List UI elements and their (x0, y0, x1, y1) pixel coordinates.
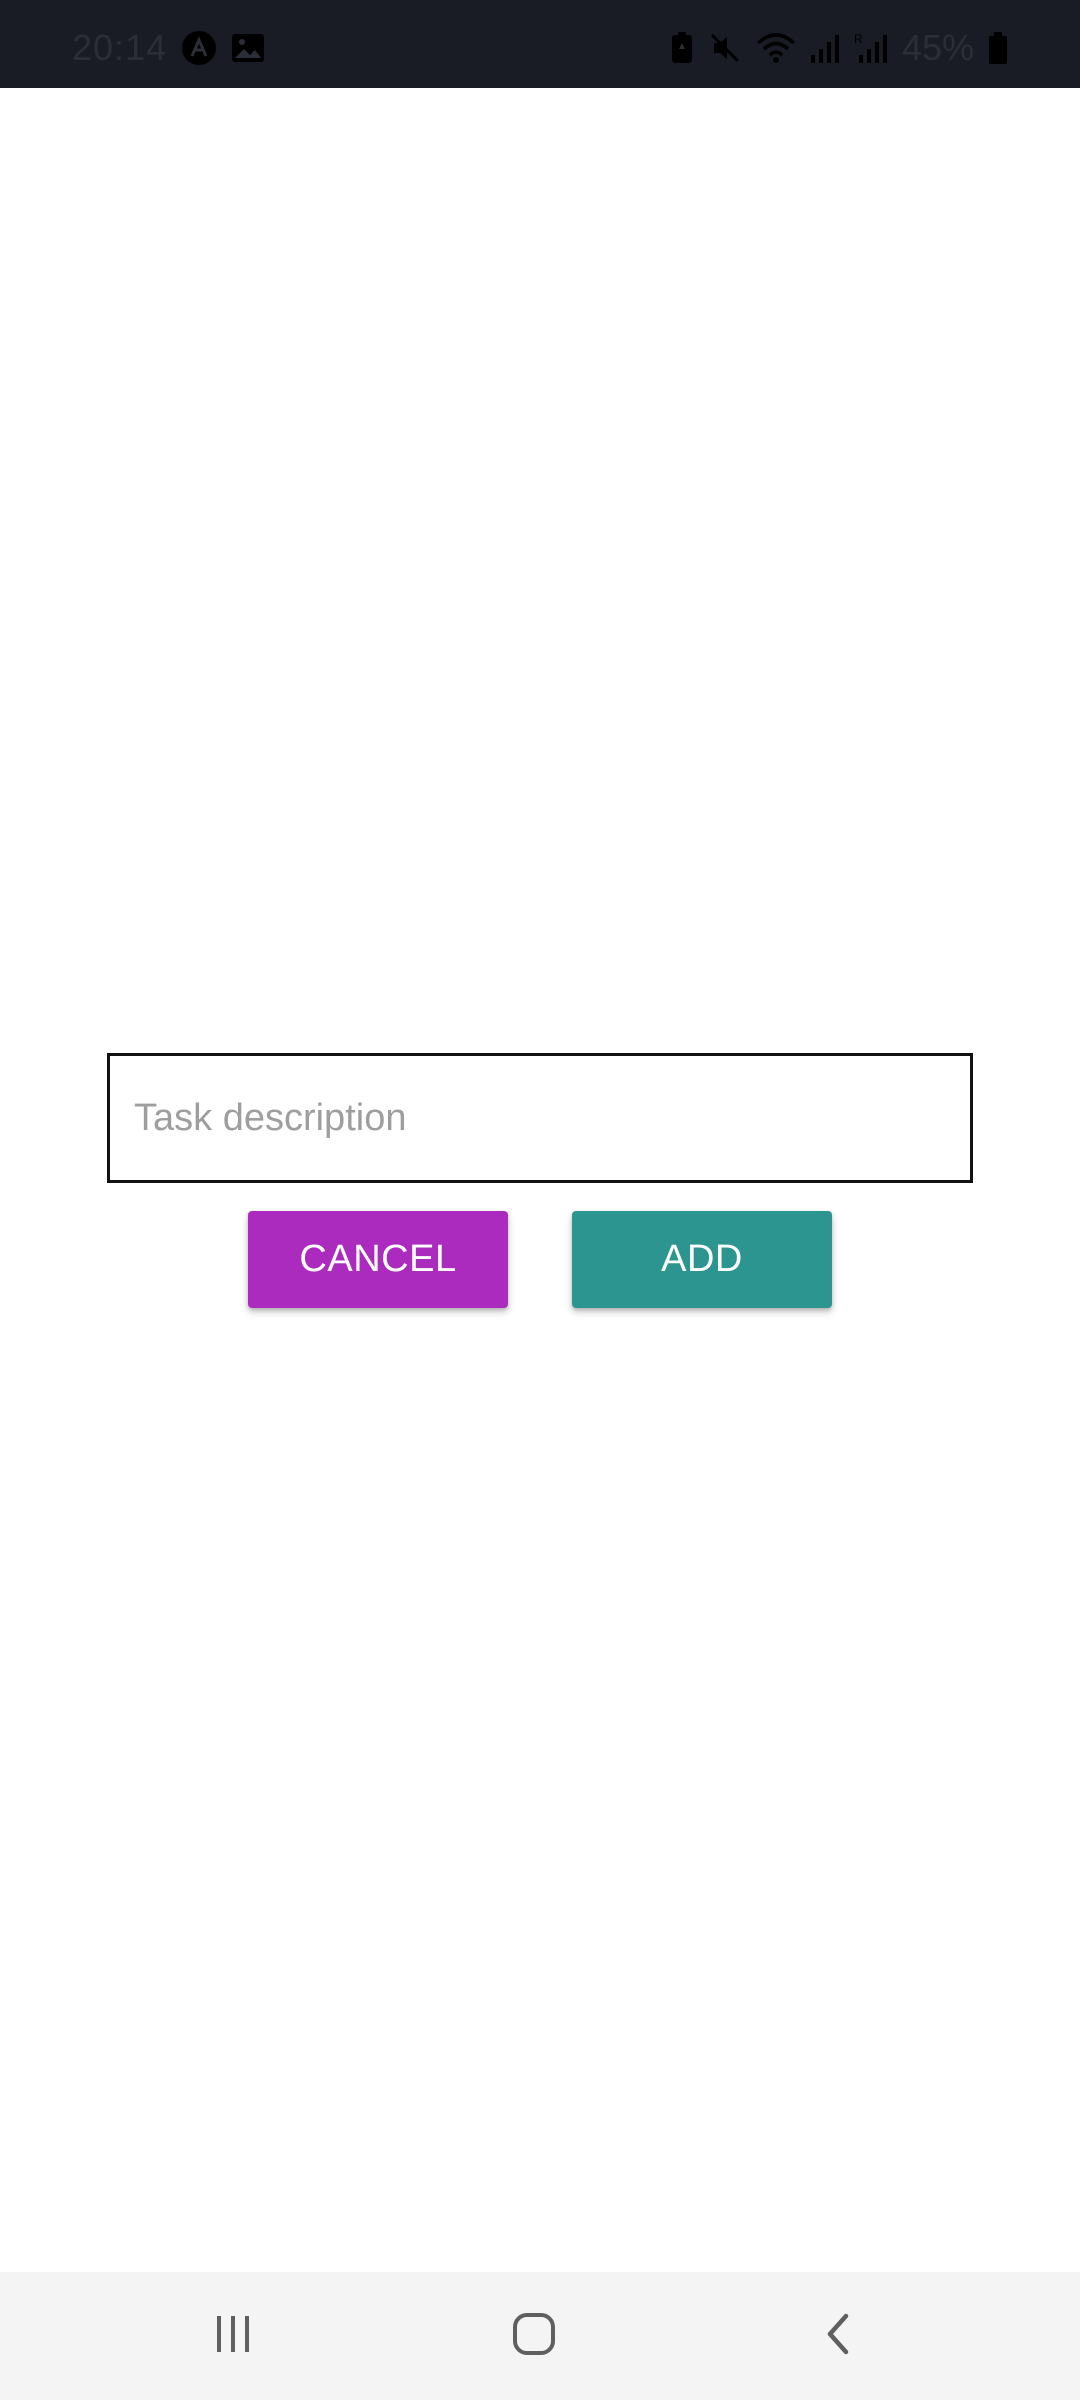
status-right: R 45% (670, 27, 1008, 68)
back-icon (818, 2310, 858, 2363)
add-button[interactable]: ADD (572, 1211, 832, 1308)
back-button[interactable] (778, 2296, 898, 2376)
status-time: 20:14 (72, 27, 168, 68)
task-description-input[interactable] (107, 1053, 973, 1183)
status-left: 20:14 (72, 27, 265, 68)
cancel-button[interactable]: CANCEL (248, 1211, 508, 1308)
battery-saver-icon (670, 31, 694, 65)
svg-text:R: R (854, 32, 863, 46)
app-notification-icon (181, 30, 217, 66)
screen: 20:14 R 45% Task description CANCEL ADD (0, 0, 1080, 2400)
signal-icon (810, 31, 840, 65)
navigation-bar (0, 2272, 1080, 2400)
image-notification-icon (231, 31, 265, 65)
home-icon (510, 2310, 558, 2363)
mute-icon (708, 31, 742, 65)
recents-icon (211, 2312, 255, 2361)
recents-button[interactable] (173, 2296, 293, 2376)
wifi-icon (756, 31, 796, 65)
battery-icon (988, 31, 1008, 65)
status-bar: 20:14 R 45% (0, 0, 1080, 88)
signal-roaming-icon: R (854, 31, 888, 65)
home-button[interactable] (474, 2296, 594, 2376)
battery-percentage: 45% (901, 27, 974, 68)
